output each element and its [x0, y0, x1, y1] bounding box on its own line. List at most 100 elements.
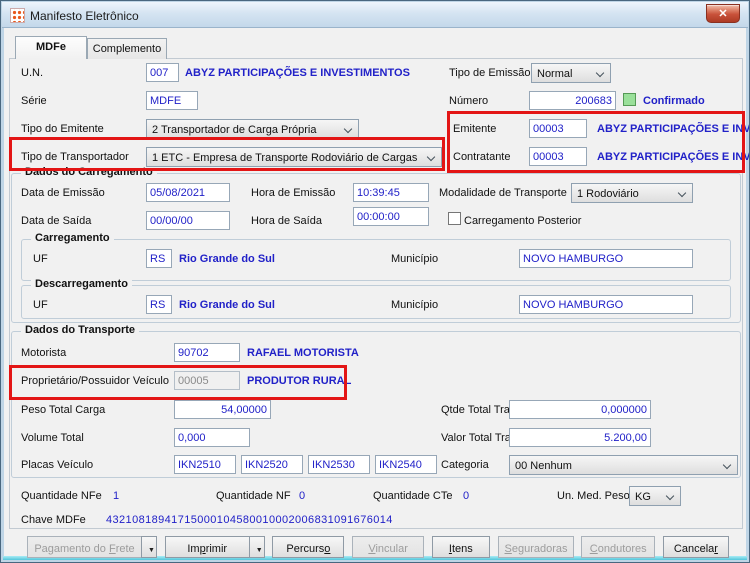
categoria-select[interactable]: 00 Nenhum	[509, 455, 738, 475]
tipo-emissao-label: Tipo de Emissão	[449, 67, 531, 79]
confirmado-label: Confirmado	[643, 95, 705, 107]
close-icon: ✕	[718, 8, 728, 20]
un-med-peso-select[interactable]: KG	[629, 486, 681, 506]
volume-total-input[interactable]	[174, 428, 250, 447]
tipo-emissao-value: Normal	[537, 68, 573, 80]
tab-complemento[interactable]: Complemento	[87, 38, 167, 59]
carregamento-posterior-checkbox[interactable]	[448, 212, 461, 225]
window-title: Manifesto Eletrônico	[30, 9, 139, 23]
pagamento-frete-button[interactable]: Pagamento do Frete	[27, 536, 142, 558]
emitente-label: Emitente	[453, 123, 497, 135]
vincular-button[interactable]: Vincular	[352, 536, 425, 558]
confirmado-checkbox[interactable]	[623, 93, 636, 106]
cancelar-accesskey: r	[714, 542, 718, 555]
dropdown-arrow-icon: ▼	[148, 546, 155, 554]
close-button[interactable]: ✕	[706, 4, 740, 23]
placa-2-input[interactable]	[241, 455, 303, 474]
condutores-label-rest: ondutores	[597, 542, 647, 555]
serie-label: Série	[21, 95, 47, 107]
hora-emissao-input[interactable]	[353, 183, 429, 202]
motorista-input[interactable]	[174, 343, 240, 362]
contratante-description: ABYZ PARTICIPAÇÕES E INVEST	[597, 151, 750, 163]
modalidade-select[interactable]: 1 Rodoviário	[571, 183, 693, 203]
tipo-transportador-label: Tipo de Transportador	[21, 151, 129, 163]
seguradoras-label-rest: eguradoras	[511, 542, 568, 555]
tipo-transportador-select[interactable]: 1 ETC - Empresa de Transporte Rodoviário…	[146, 147, 442, 167]
contratante-label: Contratante	[453, 151, 511, 163]
imprimir-label: Im	[187, 542, 200, 555]
imprimir-label-rest: rimir	[205, 542, 228, 555]
un-label: U.N.	[21, 67, 43, 79]
percurso-label: Percurs	[286, 542, 325, 555]
group-dados-carregamento-title: Dados do Carregamento	[21, 166, 157, 178]
seguradoras-accesskey: S	[504, 542, 512, 555]
tipo-emitente-select[interactable]: 2 Transportador de Carga Própria	[146, 119, 359, 139]
itens-label-rest: tens	[451, 542, 473, 555]
tab-mdfe[interactable]: MDFe	[15, 36, 87, 59]
chevron-down-icon	[426, 152, 436, 162]
hora-saida-input[interactable]	[353, 207, 429, 226]
chave-mdfe-value: 4321081894171500010458001000200683109167…	[106, 514, 393, 526]
contratante-input[interactable]	[529, 147, 587, 166]
pagamento-frete-accesskey: F	[108, 542, 116, 555]
proprietario-description: PRODUTOR RURAL	[247, 375, 352, 387]
qtd-nf-value: 0	[299, 490, 306, 502]
modalidade-label: Modalidade de Transporte	[439, 187, 567, 199]
numero-label: Número	[449, 95, 489, 107]
descarregamento-municipio-label: Município	[391, 299, 439, 311]
categoria-value: 00 Nenhum	[515, 460, 572, 472]
chevron-down-icon	[595, 68, 605, 78]
serie-input[interactable]	[146, 91, 198, 110]
tab-mdfe-label: MDFe	[36, 41, 66, 53]
carregamento-municipio-label: Município	[391, 253, 439, 265]
tipo-emissao-select[interactable]: Normal	[531, 63, 611, 83]
emitente-input[interactable]	[529, 119, 587, 138]
carregamento-municipio-input[interactable]	[519, 249, 693, 268]
qtd-nf-label: Quantidade NF	[216, 490, 291, 502]
placa-4-input[interactable]	[375, 455, 437, 474]
carregamento-uf-input[interactable]	[146, 249, 172, 268]
numero-input[interactable]	[529, 91, 616, 110]
modalidade-value: 1 Rodoviário	[577, 188, 639, 200]
group-dados-transporte-title: Dados do Transporte	[21, 324, 140, 336]
subgroup-descarregamento-title: Descarregamento	[31, 278, 132, 290]
un-input[interactable]	[146, 63, 179, 82]
placas-label: Placas Veículo	[21, 459, 94, 471]
percurso-button[interactable]: Percurso	[272, 536, 345, 558]
seguradoras-button[interactable]: Seguradoras	[497, 536, 574, 558]
dropdown-arrow-icon: ▼	[255, 546, 263, 554]
peso-total-input[interactable]	[174, 400, 271, 419]
tipo-emitente-label: Tipo do Emitente	[21, 123, 104, 135]
descarregamento-uf-label: UF	[33, 299, 48, 311]
itens-button[interactable]: Itens	[431, 536, 490, 558]
qtd-cte-label: Quantidade CTe	[373, 490, 453, 502]
condutores-button[interactable]: Condutores	[581, 536, 656, 558]
tipo-emitente-value: 2 Transportador de Carga Própria	[152, 124, 317, 136]
imprimir-button[interactable]: Imprimir	[164, 536, 250, 558]
pagamento-frete-label-rest: rete	[115, 542, 135, 555]
carregamento-uf-description: Rio Grande do Sul	[179, 253, 275, 265]
placa-1-input[interactable]	[174, 455, 236, 474]
imprimir-dropdown-button[interactable]: ▼	[248, 536, 265, 558]
valor-total-input[interactable]	[509, 428, 651, 447]
qtd-cte-value: 0	[463, 490, 470, 502]
descarregamento-uf-input[interactable]	[146, 295, 172, 314]
volume-total-label: Volume Total	[21, 432, 84, 444]
carregamento-posterior-label: Carregamento Posterior	[464, 215, 582, 227]
descarregamento-uf-description: Rio Grande do Sul	[179, 299, 275, 311]
vincular-label-rest: incular	[375, 542, 408, 555]
placa-3-input[interactable]	[308, 455, 370, 474]
descarregamento-municipio-input[interactable]	[519, 295, 693, 314]
chevron-down-icon	[665, 491, 675, 501]
titlebar[interactable]: Manifesto Eletrônico	[2, 2, 748, 28]
qtde-total-input[interactable]	[509, 400, 651, 419]
pagamento-frete-group: Pagamento do Frete ▼	[27, 536, 157, 558]
categoria-label: Categoria	[441, 459, 489, 471]
motorista-description: RAFAEL MOTORISTA	[247, 347, 359, 359]
cancelar-button[interactable]: Cancelar	[662, 536, 729, 558]
pagamento-frete-label: Pagamento do	[34, 542, 109, 555]
proprietario-input	[174, 371, 240, 390]
data-saida-input[interactable]	[146, 211, 230, 230]
data-emissao-input[interactable]	[146, 183, 230, 202]
pagamento-frete-dropdown-button[interactable]: ▼	[141, 536, 157, 558]
